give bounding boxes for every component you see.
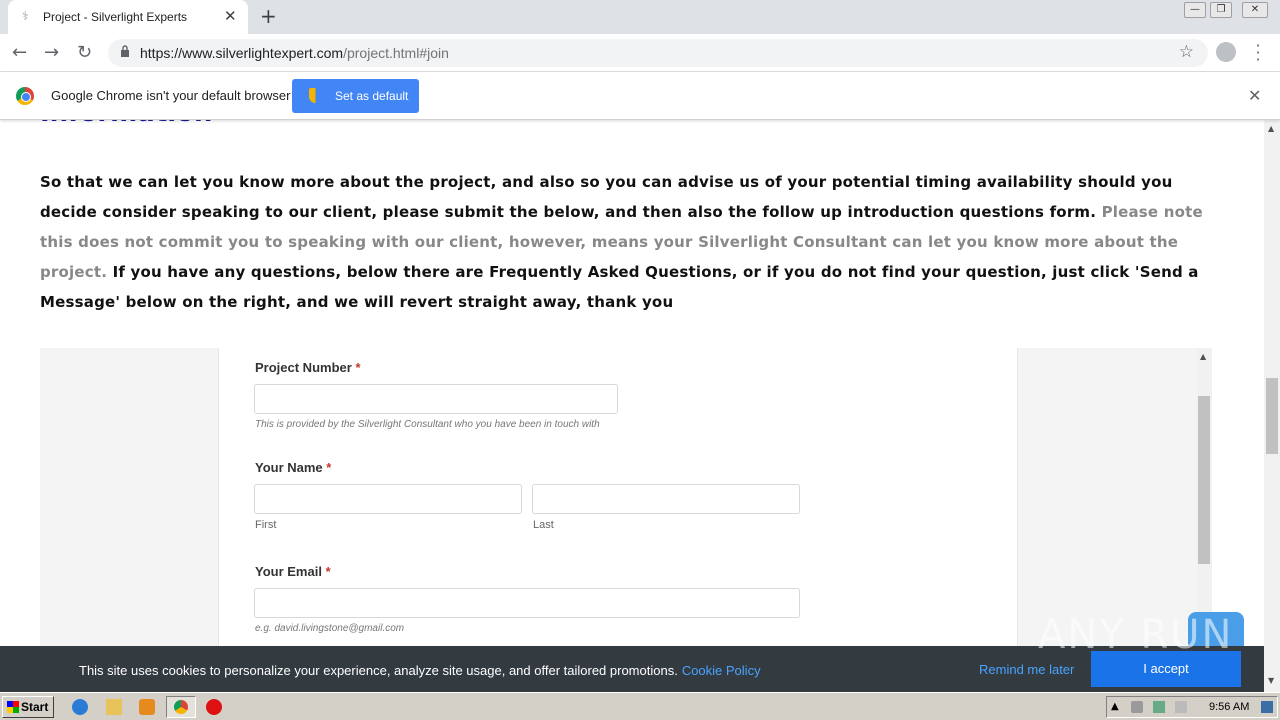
join-form: Project Number * This is provided by the… bbox=[218, 348, 1018, 648]
page-scrollbar[interactable]: ▲ ▼ bbox=[1264, 120, 1280, 692]
page-content: Information So that we can let you know … bbox=[0, 120, 1264, 692]
address-bar[interactable]: https://www.silverlightexpert.com/projec… bbox=[108, 39, 1208, 67]
uac-shield-icon bbox=[309, 88, 322, 103]
profile-avatar[interactable] bbox=[1216, 42, 1236, 62]
page-scroll-thumb[interactable] bbox=[1266, 378, 1278, 454]
forward-arrow-icon[interactable]: → bbox=[44, 42, 59, 63]
tray-expand-icon[interactable]: ▲ bbox=[1111, 701, 1123, 713]
ie-icon[interactable] bbox=[72, 699, 88, 715]
chrome-taskbar-button[interactable] bbox=[166, 696, 196, 718]
new-tab-button[interactable]: + bbox=[260, 4, 277, 28]
toolbar: ← → ↻ https://www.silverlightexpert.com/… bbox=[0, 34, 1280, 72]
clock: 9:56 AM bbox=[1209, 701, 1250, 713]
project-number-label: Project Number * bbox=[255, 360, 361, 375]
cookie-policy-link[interactable]: Cookie Policy bbox=[682, 663, 761, 678]
bookmark-star-icon[interactable]: ☆ bbox=[1179, 42, 1194, 62]
infobar-message: Google Chrome isn't your default browser bbox=[51, 88, 291, 103]
restore-button[interactable]: ❐ bbox=[1210, 2, 1232, 18]
show-desktop-icon[interactable] bbox=[1261, 701, 1273, 713]
network-icon[interactable] bbox=[1153, 701, 1165, 713]
form-frame: Project Number * This is provided by the… bbox=[40, 348, 1212, 648]
cookie-text: This site uses cookies to personalize yo… bbox=[79, 663, 761, 678]
last-name-input[interactable] bbox=[532, 484, 800, 514]
windows-flag-icon bbox=[7, 701, 19, 713]
page-scroll-down-icon[interactable]: ▼ bbox=[1268, 676, 1274, 685]
chrome-logo-icon bbox=[16, 87, 34, 105]
stop-red-icon[interactable] bbox=[206, 699, 222, 715]
url-path: /project.html#join bbox=[343, 45, 449, 61]
start-button[interactable]: Start bbox=[2, 696, 54, 718]
infobar-close-icon[interactable]: ✕ bbox=[1248, 86, 1261, 105]
set-as-default-label: Set as default bbox=[335, 89, 409, 103]
last-sublabel: Last bbox=[533, 519, 554, 531]
media-player-icon[interactable] bbox=[139, 699, 155, 715]
email-input[interactable] bbox=[254, 588, 800, 618]
tab-active[interactable]: ⚕ Project - Silverlight Experts ✕ bbox=[8, 0, 248, 34]
page-scroll-up-icon[interactable]: ▲ bbox=[1268, 124, 1274, 133]
lock-icon bbox=[121, 45, 129, 57]
first-sublabel: First bbox=[255, 519, 277, 531]
minimize-button[interactable]: — bbox=[1184, 2, 1206, 18]
intro-text-2: If you have any questions, below there a… bbox=[40, 263, 1199, 311]
remind-later-link[interactable]: Remind me later bbox=[979, 662, 1074, 677]
window-close-button[interactable]: ✕ bbox=[1242, 2, 1268, 18]
tab-strip: ⚕ Project - Silverlight Experts ✕ + — ❐ … bbox=[0, 0, 1280, 34]
reload-icon[interactable]: ↻ bbox=[77, 42, 92, 63]
project-number-hint: This is provided by the Silverlight Cons… bbox=[255, 419, 600, 430]
set-as-default-button[interactable]: Set as default bbox=[292, 79, 419, 113]
form-scroll-thumb[interactable] bbox=[1198, 396, 1210, 564]
url-host: https://www.silverlightexpert.com bbox=[140, 45, 344, 61]
flag-notification-icon[interactable] bbox=[1175, 701, 1187, 713]
system-tray: ▲ 9:56 AM bbox=[1106, 696, 1278, 718]
email-hint: e.g. david.livingstone@gmail.com bbox=[255, 623, 405, 634]
start-label: Start bbox=[21, 700, 49, 714]
intro-text-1: So that we can let you know more about t… bbox=[40, 173, 1173, 221]
url-text: https://www.silverlightexpert.com/projec… bbox=[140, 45, 449, 61]
intro-paragraph: So that we can let you know more about t… bbox=[40, 167, 1220, 317]
tab-close-icon[interactable]: ✕ bbox=[224, 7, 237, 25]
menu-kebab-icon[interactable]: · · · bbox=[1254, 38, 1262, 68]
first-name-input[interactable] bbox=[254, 484, 522, 514]
explorer-folder-icon[interactable] bbox=[106, 699, 122, 715]
form-scrollbar[interactable]: ▲ bbox=[1197, 348, 1212, 648]
back-arrow-icon[interactable]: ← bbox=[12, 42, 27, 63]
windows-taskbar: Start ▲ 9:56 AM bbox=[0, 692, 1280, 720]
anyrun-watermark: ANY RUN bbox=[1038, 612, 1234, 658]
volume-icon[interactable] bbox=[1131, 701, 1143, 713]
page-heading: Information bbox=[40, 120, 213, 128]
email-label: Your Email * bbox=[255, 564, 331, 579]
project-number-input[interactable] bbox=[254, 384, 618, 414]
chrome-taskbar-icon bbox=[174, 700, 188, 714]
tab-favicon-icon: ⚕ bbox=[22, 9, 29, 23]
tab-title: Project - Silverlight Experts bbox=[43, 10, 188, 24]
name-label: Your Name * bbox=[255, 460, 332, 475]
default-browser-infobar: Google Chrome isn't your default browser… bbox=[0, 72, 1280, 120]
scroll-up-icon[interactable]: ▲ bbox=[1200, 352, 1206, 361]
